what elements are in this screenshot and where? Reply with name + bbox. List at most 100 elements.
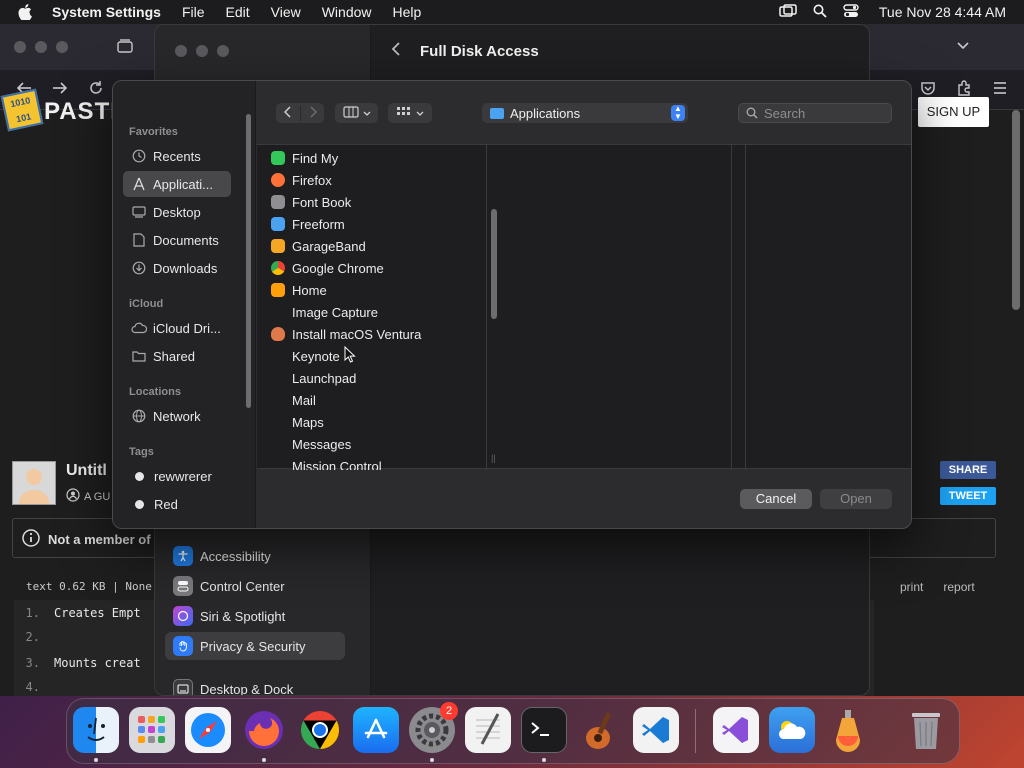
- panel-sidebar-scrollbar[interactable]: [246, 114, 251, 408]
- apple-menu-icon[interactable]: [18, 4, 34, 20]
- close-window-button[interactable]: [175, 45, 187, 57]
- sign-up-button[interactable]: SIGN UP: [918, 97, 989, 127]
- line-text: Creates Empt: [54, 606, 141, 620]
- globe-icon: [131, 409, 147, 423]
- sidebar-item-desktop-dock[interactable]: Desktop & Dock: [165, 675, 345, 695]
- vscode-icon[interactable]: [633, 707, 679, 753]
- list-item[interactable]: Find My: [271, 147, 338, 169]
- minimize-window-button[interactable]: [35, 41, 47, 53]
- search-input[interactable]: [764, 105, 884, 121]
- sidebar-item-recents[interactable]: Recents: [123, 143, 231, 169]
- sidebar-tag-red[interactable]: Red: [123, 491, 231, 517]
- back-forward-buttons[interactable]: [276, 103, 324, 123]
- running-indicator: [542, 758, 546, 762]
- list-item[interactable]: Launchpad: [271, 367, 356, 389]
- list-item[interactable]: Maps: [271, 411, 324, 433]
- garageband-icon[interactable]: [577, 707, 623, 753]
- back-chevron-icon[interactable]: [276, 105, 300, 121]
- list-item[interactable]: Google Chrome: [271, 257, 384, 279]
- list-item[interactable]: Image Capture: [271, 301, 378, 323]
- list-item[interactable]: Messages: [271, 433, 351, 455]
- group-view-button[interactable]: [388, 103, 432, 123]
- sidebar-item-shared[interactable]: Shared: [123, 343, 231, 369]
- finder-icon[interactable]: [73, 707, 119, 753]
- menu-view[interactable]: View: [271, 4, 301, 20]
- list-item[interactable]: Mail: [271, 389, 316, 411]
- column-view-button[interactable]: [335, 103, 378, 123]
- minimize-window-button[interactable]: [196, 45, 208, 57]
- back-chevron-icon[interactable]: [391, 41, 401, 62]
- sidebar-item-siri-spotlight[interactable]: Siri & Spotlight: [165, 602, 345, 630]
- column-resize-handle[interactable]: ||: [491, 453, 496, 463]
- cancel-button[interactable]: Cancel: [740, 489, 812, 509]
- report-link[interactable]: report: [943, 580, 974, 594]
- sidebar-item-downloads[interactable]: Downloads: [123, 255, 231, 281]
- sidebar-item-privacy-security[interactable]: Privacy & Security: [165, 632, 345, 660]
- column-scrollbar[interactable]: [491, 209, 497, 319]
- menu-window[interactable]: Window: [322, 4, 372, 20]
- list-item[interactable]: Install macOS Ventura: [271, 323, 421, 345]
- sidebar-item-applications[interactable]: Applicati...: [123, 171, 231, 197]
- screen-mirroring-icon[interactable]: [779, 3, 797, 21]
- app-name: Messages: [292, 436, 352, 452]
- spotlight-search-icon[interactable]: [813, 4, 827, 21]
- search-icon: [746, 107, 758, 119]
- facebook-share-button[interactable]: SHARE: [940, 461, 996, 479]
- sidebar-item-label: Applicati...: [153, 176, 213, 192]
- tab-overview-icon[interactable]: [116, 38, 134, 59]
- sidebar-item-desktop[interactable]: Desktop: [123, 199, 231, 225]
- page-scrollbar[interactable]: [1012, 110, 1020, 310]
- location-popup[interactable]: Applications ▲ ▼: [482, 103, 688, 123]
- sidebar-tag-rewwrerer[interactable]: rewwrerer: [123, 463, 231, 489]
- menu-app-name[interactable]: System Settings: [52, 4, 161, 20]
- list-item[interactable]: GarageBand: [271, 235, 366, 257]
- sidebar-item-accessibility[interactable]: Accessibility: [165, 542, 345, 570]
- list-item[interactable]: Firefox: [271, 169, 332, 191]
- terminal-icon[interactable]: [521, 707, 567, 753]
- maps-icon: [271, 415, 285, 429]
- app-store-icon[interactable]: [353, 707, 399, 753]
- menu-help[interactable]: Help: [393, 4, 422, 20]
- migration-assistant-icon[interactable]: [825, 707, 871, 753]
- tab-list-chevron-icon[interactable]: [956, 38, 970, 56]
- list-item[interactable]: Freeform: [271, 213, 345, 235]
- textedit-icon[interactable]: [465, 707, 511, 753]
- sidebar-item-documents[interactable]: Documents: [123, 227, 231, 253]
- control-center-icon[interactable]: [843, 3, 859, 21]
- list-item[interactable]: Home: [271, 279, 327, 301]
- tags-section-label: Tags: [129, 446, 154, 458]
- sidebar-item-icloud-drive[interactable]: iCloud Dri...: [123, 315, 231, 341]
- print-link[interactable]: print: [900, 580, 923, 594]
- firefox-icon[interactable]: [241, 707, 287, 753]
- close-window-button[interactable]: [14, 41, 26, 53]
- open-button[interactable]: Open: [820, 489, 892, 509]
- hamburger-menu-icon[interactable]: [992, 81, 1008, 100]
- list-item[interactable]: Mission Control: [271, 455, 382, 471]
- zoom-window-button[interactable]: [217, 45, 229, 57]
- search-field[interactable]: [738, 103, 892, 123]
- launchpad-icon[interactable]: [129, 707, 175, 753]
- pastebin-logo-badge[interactable]: 1010 101: [0, 88, 44, 132]
- list-item[interactable]: Font Book: [271, 191, 351, 213]
- trash-icon[interactable]: [903, 707, 949, 753]
- tweet-button[interactable]: TWEET: [940, 487, 996, 505]
- grid-icon: [396, 106, 412, 121]
- weather-icon[interactable]: [769, 707, 815, 753]
- cloud-icon: [131, 322, 147, 334]
- sidebar-item-control-center[interactable]: Control Center: [165, 572, 345, 600]
- safari-icon[interactable]: [185, 707, 231, 753]
- sidebar-item-label: iCloud Dri...: [153, 320, 221, 336]
- sidebar-item-label: Desktop: [153, 204, 201, 220]
- visual-studio-icon[interactable]: [713, 707, 759, 753]
- chrome-icon[interactable]: [297, 707, 343, 753]
- list-item[interactable]: Keynote: [271, 345, 340, 367]
- forward-chevron-icon[interactable]: [300, 105, 324, 121]
- keynote-icon: [271, 349, 285, 363]
- sidebar-item-network[interactable]: Network: [123, 403, 231, 429]
- downloads-icon: [131, 261, 147, 275]
- file-browser: Find My Firefox Font Book Freeform Garag…: [257, 144, 911, 471]
- menu-clock[interactable]: Tue Nov 28 4:44 AM: [879, 4, 1006, 20]
- menu-edit[interactable]: Edit: [226, 4, 250, 20]
- zoom-window-button[interactable]: [56, 41, 68, 53]
- menu-file[interactable]: File: [182, 4, 205, 20]
